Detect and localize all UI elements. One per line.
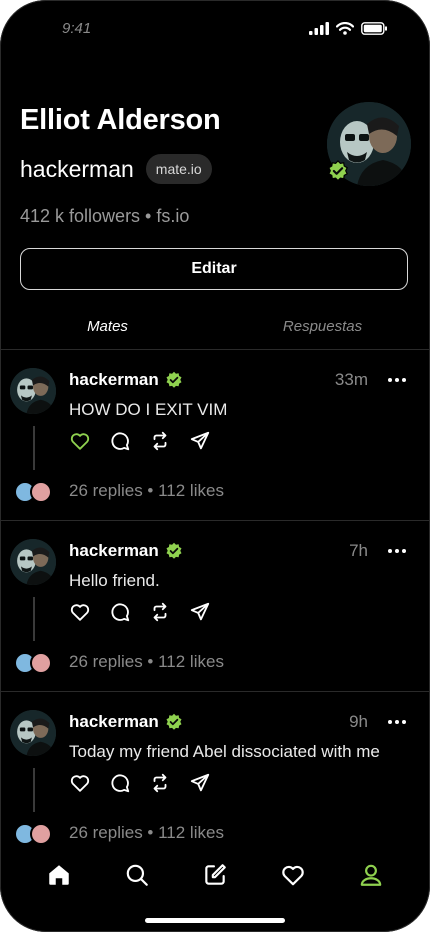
battery-icon — [361, 22, 387, 35]
home-indicator[interactable] — [145, 918, 285, 923]
post-actions — [69, 601, 211, 623]
share-icon[interactable] — [189, 601, 211, 623]
thread-line — [33, 426, 35, 470]
post-username[interactable]: hackerman — [69, 712, 159, 732]
followers-count[interactable]: 412 k followers • fs.io — [20, 206, 189, 227]
post-time: 9h — [349, 712, 368, 731]
post-username[interactable]: hackerman — [69, 370, 159, 390]
post-actions — [69, 430, 211, 452]
tab-mates[interactable]: Mates — [0, 304, 215, 350]
post-time: 7h — [349, 541, 368, 560]
reply-avatar — [30, 652, 52, 674]
avatar-image — [10, 368, 56, 414]
post-text: Today my friend Abel dissociated with me — [69, 742, 380, 761]
signal-icon — [309, 22, 329, 35]
comment-icon[interactable] — [109, 430, 131, 452]
status-icons — [309, 22, 388, 35]
more-options-icon[interactable] — [388, 720, 406, 724]
post-text: Hello friend. — [69, 571, 160, 590]
home-icon[interactable] — [46, 862, 72, 888]
verified-icon — [166, 713, 182, 730]
profile-handle: hackerman — [20, 155, 134, 182]
share-icon[interactable] — [189, 430, 211, 452]
post-item[interactable]: hackerman 7h Hello friend. 26 replies • … — [0, 521, 430, 692]
verified-icon — [328, 160, 348, 182]
phone-screen: 9:41 Elliot Alderson hackerman mate.io 4… — [0, 0, 430, 932]
avatar-image — [10, 710, 56, 756]
repost-icon[interactable] — [149, 601, 171, 623]
post-stats[interactable]: 26 replies • 112 likes — [69, 481, 224, 501]
edit-profile-button[interactable]: Editar — [20, 248, 408, 290]
reply-avatar — [30, 481, 52, 503]
post-item[interactable]: hackerman 9h Today my friend Abel dissoc… — [0, 692, 430, 863]
bottom-nav — [0, 852, 430, 896]
like-icon[interactable] — [69, 430, 91, 452]
like-icon[interactable] — [69, 601, 91, 623]
post-time: 33m — [334, 370, 368, 389]
thread-line — [33, 768, 35, 812]
post-avatar[interactable] — [10, 539, 56, 585]
post-item[interactable]: hackerman 33m HOW DO I EXIT VIM 26 repli… — [0, 350, 430, 521]
more-options-icon[interactable] — [388, 378, 406, 382]
compose-icon[interactable] — [202, 862, 228, 888]
comment-icon[interactable] — [109, 601, 131, 623]
repost-icon[interactable] — [149, 430, 171, 452]
tab-respuestas[interactable]: Respuestas — [215, 304, 430, 349]
wifi-icon — [336, 22, 354, 35]
reply-avatar — [30, 823, 52, 845]
profile-icon[interactable] — [358, 862, 384, 888]
comment-icon[interactable] — [109, 772, 131, 794]
profile-name: Elliot Alderson — [20, 104, 221, 136]
avatar-image — [10, 539, 56, 585]
status-time: 9:41 — [62, 20, 92, 37]
post-stats[interactable]: 26 replies • 112 likes — [69, 823, 224, 843]
handle-row: hackerman mate.io — [20, 154, 212, 184]
post-text: HOW DO I EXIT VIM — [69, 400, 228, 419]
heart-icon[interactable] — [280, 862, 306, 888]
share-icon[interactable] — [189, 772, 211, 794]
post-avatar[interactable] — [10, 710, 56, 756]
status-bar: 9:41 — [0, 0, 430, 56]
search-icon[interactable] — [124, 862, 150, 888]
verified-icon — [166, 542, 182, 559]
tabs-bar: Mates Respuestas — [0, 304, 430, 350]
more-options-icon[interactable] — [388, 549, 406, 553]
like-icon[interactable] — [69, 772, 91, 794]
post-avatar[interactable] — [10, 368, 56, 414]
post-username[interactable]: hackerman — [69, 541, 159, 561]
domain-badge[interactable]: mate.io — [145, 154, 212, 184]
repost-icon[interactable] — [149, 772, 171, 794]
post-actions — [69, 772, 211, 794]
thread-line — [33, 597, 35, 641]
post-stats[interactable]: 26 replies • 112 likes — [69, 652, 224, 672]
verified-icon — [166, 371, 182, 388]
